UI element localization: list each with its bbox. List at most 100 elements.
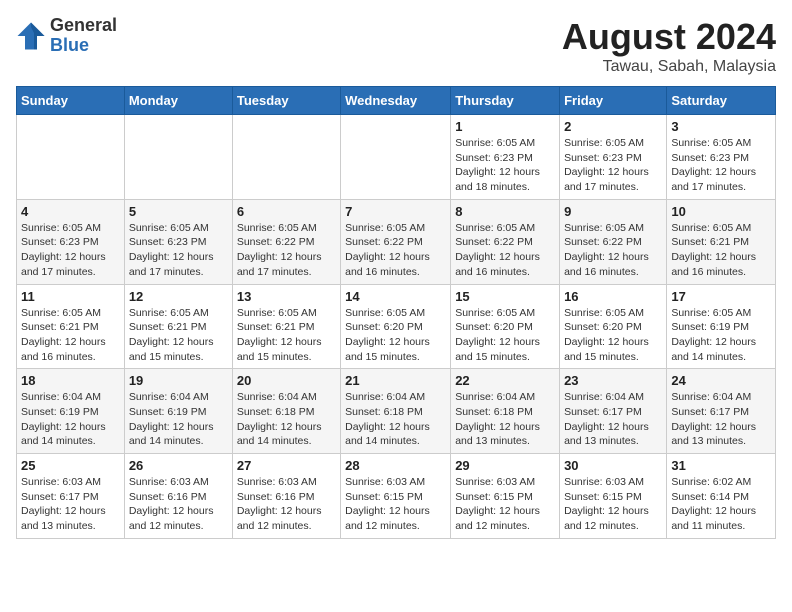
calendar-body: 1 Sunrise: 6:05 AM Sunset: 6:23 PM Daylig… <box>17 115 776 539</box>
calendar-cell: 8Sunrise: 6:05 AM Sunset: 6:22 PM Daylig… <box>451 199 560 284</box>
calendar-cell: 30 Sunrise: 6:03 AM Sunset: 6:15 PM Dayli… <box>560 454 667 539</box>
logo-icon <box>16 21 46 51</box>
calendar-cell: 13Sunrise: 6:05 AM Sunset: 6:21 PM Dayli… <box>232 284 340 369</box>
calendar-cell: 20Sunrise: 6:04 AM Sunset: 6:18 PM Dayli… <box>232 369 340 454</box>
day-number: 2 <box>564 119 662 134</box>
calendar-cell: 2 Sunrise: 6:05 AM Sunset: 6:23 PM Daylig… <box>560 115 667 200</box>
day-number: 13 <box>237 289 336 304</box>
day-info: Sunrise: 6:03 AM Sunset: 6:17 PM Dayligh… <box>21 475 120 534</box>
day-info: Sunrise: 6:05 AM Sunset: 6:23 PM Dayligh… <box>21 221 120 280</box>
day-number: 1 <box>455 119 555 134</box>
calendar-cell: 7 Sunrise: 6:05 AM Sunset: 6:22 PM Daylig… <box>341 199 451 284</box>
main-title: August 2024 <box>562 16 776 58</box>
logo: General Blue <box>16 16 117 56</box>
day-info: Sunrise: 6:03 AM Sunset: 6:15 PM Dayligh… <box>455 475 555 534</box>
day-number: 27 <box>237 458 336 473</box>
day-number: 21 <box>345 373 446 388</box>
calendar-cell: 22Sunrise: 6:04 AM Sunset: 6:18 PM Dayli… <box>451 369 560 454</box>
calendar-cell: 26Sunrise: 6:03 AM Sunset: 6:16 PM Dayli… <box>124 454 232 539</box>
calendar-cell: 1 Sunrise: 6:05 AM Sunset: 6:23 PM Daylig… <box>451 115 560 200</box>
calendar-cell: 14 Sunrise: 6:05 AM Sunset: 6:20 PM Dayli… <box>341 284 451 369</box>
day-number: 4 <box>21 204 120 219</box>
day-number: 5 <box>129 204 228 219</box>
calendar-cell: 19 Sunrise: 6:04 AM Sunset: 6:19 PM Dayli… <box>124 369 232 454</box>
calendar-cell: 3 Sunrise: 6:05 AM Sunset: 6:23 PM Daylig… <box>667 115 776 200</box>
calendar-cell: 16 Sunrise: 6:05 AM Sunset: 6:20 PM Dayli… <box>560 284 667 369</box>
calendar-cell <box>17 115 125 200</box>
calendar-cell <box>232 115 340 200</box>
day-info: Sunrise: 6:04 AM Sunset: 6:17 PM Dayligh… <box>671 390 771 449</box>
calendar-cell <box>124 115 232 200</box>
calendar-cell: 21 Sunrise: 6:04 AM Sunset: 6:18 PM Dayli… <box>341 369 451 454</box>
day-number: 15 <box>455 289 555 304</box>
day-number: 7 <box>345 204 446 219</box>
day-number: 23 <box>564 373 662 388</box>
day-number: 26 <box>129 458 228 473</box>
day-number: 6 <box>237 204 336 219</box>
day-number: 31 <box>671 458 771 473</box>
day-info: Sunrise: 6:03 AM Sunset: 6:16 PM Dayligh… <box>237 475 336 534</box>
day-number: 14 <box>345 289 446 304</box>
calendar-header: Sunday Monday Tuesday Wednesday Thursday… <box>17 87 776 115</box>
calendar-cell <box>341 115 451 200</box>
calendar-cell: 10 Sunrise: 6:05 AM Sunset: 6:21 PM Dayli… <box>667 199 776 284</box>
logo-blue-text: Blue <box>50 36 117 56</box>
day-number: 25 <box>21 458 120 473</box>
day-info: Sunrise: 6:02 AM Sunset: 6:14 PM Dayligh… <box>671 475 771 534</box>
day-number: 28 <box>345 458 446 473</box>
day-info: Sunrise: 6:05 AM Sunset: 6:22 PM Dayligh… <box>345 221 446 280</box>
calendar-cell: 29 Sunrise: 6:03 AM Sunset: 6:15 PM Dayli… <box>451 454 560 539</box>
col-wednesday: Wednesday <box>341 87 451 115</box>
day-number: 19 <box>129 373 228 388</box>
logo-general-text: General <box>50 16 117 36</box>
day-number: 30 <box>564 458 662 473</box>
day-info: Sunrise: 6:04 AM Sunset: 6:17 PM Dayligh… <box>564 390 662 449</box>
col-tuesday: Tuesday <box>232 87 340 115</box>
day-number: 12 <box>129 289 228 304</box>
day-info: Sunrise: 6:05 AM Sunset: 6:20 PM Dayligh… <box>455 306 555 365</box>
day-info: Sunrise: 6:04 AM Sunset: 6:18 PM Dayligh… <box>455 390 555 449</box>
calendar-week-row: 18 Sunrise: 6:04 AM Sunset: 6:19 PM Dayli… <box>17 369 776 454</box>
col-saturday: Saturday <box>667 87 776 115</box>
col-monday: Monday <box>124 87 232 115</box>
day-number: 9 <box>564 204 662 219</box>
logo-text: General Blue <box>50 16 117 56</box>
day-info: Sunrise: 6:05 AM Sunset: 6:23 PM Dayligh… <box>129 221 228 280</box>
day-info: Sunrise: 6:05 AM Sunset: 6:22 PM Dayligh… <box>564 221 662 280</box>
day-info: Sunrise: 6:05 AM Sunset: 6:23 PM Dayligh… <box>564 136 662 195</box>
day-info: Sunrise: 6:05 AM Sunset: 6:22 PM Dayligh… <box>237 221 336 280</box>
day-info: Sunrise: 6:05 AM Sunset: 6:21 PM Dayligh… <box>21 306 120 365</box>
day-info: Sunrise: 6:05 AM Sunset: 6:20 PM Dayligh… <box>564 306 662 365</box>
day-info: Sunrise: 6:05 AM Sunset: 6:21 PM Dayligh… <box>671 221 771 280</box>
day-number: 17 <box>671 289 771 304</box>
col-friday: Friday <box>560 87 667 115</box>
day-info: Sunrise: 6:05 AM Sunset: 6:23 PM Dayligh… <box>671 136 771 195</box>
day-number: 16 <box>564 289 662 304</box>
day-number: 11 <box>21 289 120 304</box>
day-info: Sunrise: 6:04 AM Sunset: 6:18 PM Dayligh… <box>237 390 336 449</box>
calendar-cell: 27 Sunrise: 6:03 AM Sunset: 6:16 PM Dayli… <box>232 454 340 539</box>
day-number: 8 <box>455 204 555 219</box>
day-info: Sunrise: 6:05 AM Sunset: 6:20 PM Dayligh… <box>345 306 446 365</box>
title-block: August 2024 Tawau, Sabah, Malaysia <box>562 16 776 76</box>
day-info: Sunrise: 6:04 AM Sunset: 6:18 PM Dayligh… <box>345 390 446 449</box>
calendar-week-row: 11 Sunrise: 6:05 AM Sunset: 6:21 PM Dayli… <box>17 284 776 369</box>
day-info: Sunrise: 6:03 AM Sunset: 6:15 PM Dayligh… <box>345 475 446 534</box>
day-number: 3 <box>671 119 771 134</box>
header-row: Sunday Monday Tuesday Wednesday Thursday… <box>17 87 776 115</box>
day-info: Sunrise: 6:05 AM Sunset: 6:23 PM Dayligh… <box>455 136 555 195</box>
calendar-week-row: 1 Sunrise: 6:05 AM Sunset: 6:23 PM Daylig… <box>17 115 776 200</box>
calendar-cell: 9 Sunrise: 6:05 AM Sunset: 6:22 PM Daylig… <box>560 199 667 284</box>
day-number: 10 <box>671 204 771 219</box>
calendar-cell: 12Sunrise: 6:05 AM Sunset: 6:21 PM Dayli… <box>124 284 232 369</box>
page-header: General Blue August 2024 Tawau, Sabah, M… <box>16 16 776 76</box>
day-number: 18 <box>21 373 120 388</box>
day-info: Sunrise: 6:03 AM Sunset: 6:15 PM Dayligh… <box>564 475 662 534</box>
calendar-cell: 11 Sunrise: 6:05 AM Sunset: 6:21 PM Dayli… <box>17 284 125 369</box>
calendar-cell: 23 Sunrise: 6:04 AM Sunset: 6:17 PM Dayli… <box>560 369 667 454</box>
day-info: Sunrise: 6:04 AM Sunset: 6:19 PM Dayligh… <box>129 390 228 449</box>
day-info: Sunrise: 6:04 AM Sunset: 6:19 PM Dayligh… <box>21 390 120 449</box>
calendar-cell: 31 Sunrise: 6:02 AM Sunset: 6:14 PM Dayli… <box>667 454 776 539</box>
col-sunday: Sunday <box>17 87 125 115</box>
day-number: 29 <box>455 458 555 473</box>
